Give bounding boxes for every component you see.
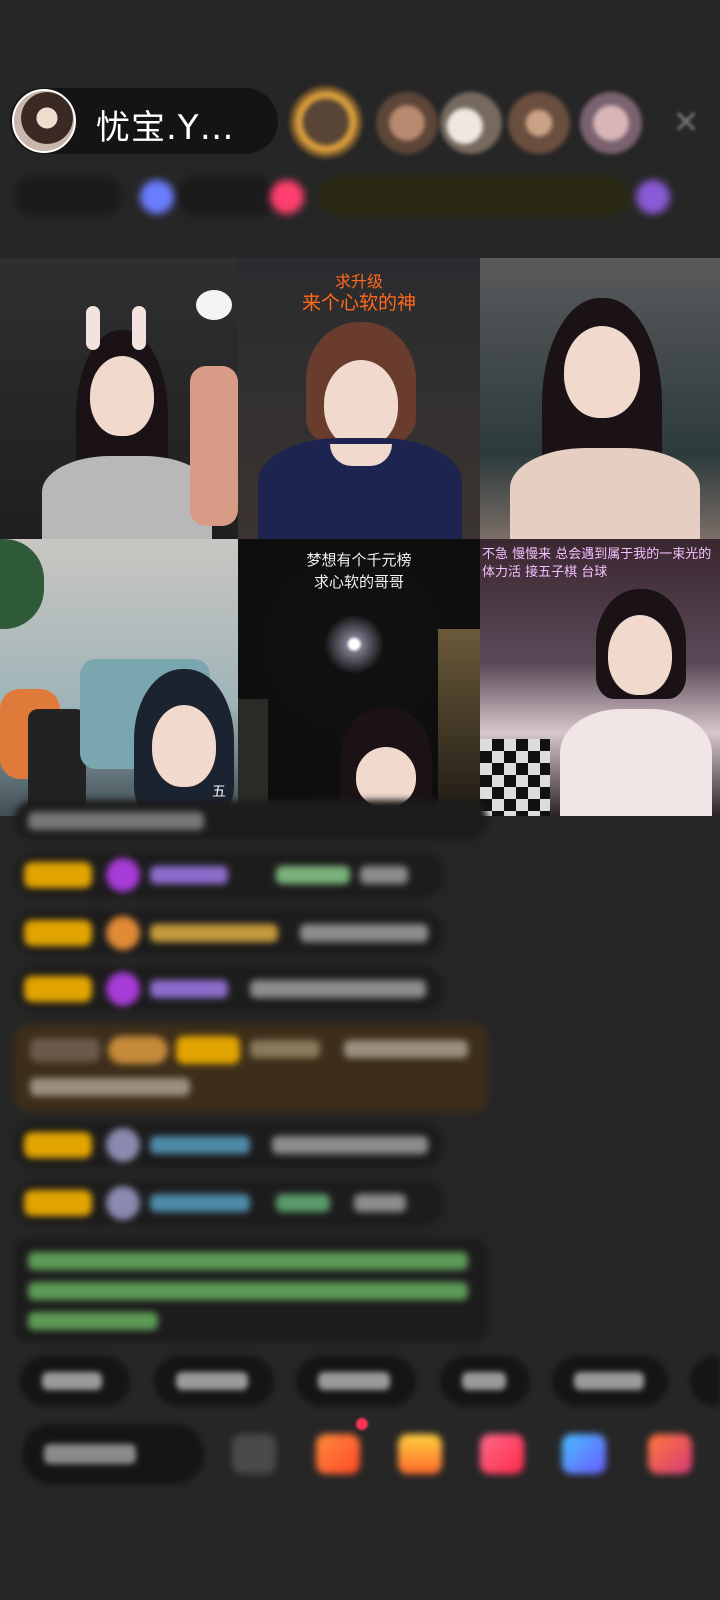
chat-message-highlight[interactable]	[14, 1024, 488, 1112]
multi-guest-grid: 求升级 来个心软的神 五 梦想有个千元榜 求心软的哥哥 不急 慢慢来 总会遇到属…	[0, 258, 720, 816]
badge-icon[interactable]	[636, 180, 670, 214]
quick-reply-chip[interactable]	[552, 1356, 668, 1406]
viewer-avatar[interactable]	[580, 92, 642, 154]
viewer-avatar[interactable]	[440, 92, 502, 154]
gift-icon[interactable]	[270, 180, 304, 214]
checkerboard	[480, 739, 550, 816]
quick-reply-chip[interactable]	[440, 1356, 530, 1406]
chat-message[interactable]	[14, 852, 444, 898]
lamp	[196, 290, 232, 320]
tile-caption: 不急 慢慢来 总会遇到属于我的一束光的	[482, 547, 712, 562]
viewer-avatar[interactable]	[508, 92, 570, 154]
tile-caption: 梦想有个千元榜	[306, 551, 412, 569]
guest-tile-5[interactable]: 梦想有个千元榜 求心软的哥哥	[238, 539, 480, 816]
quick-reply-chip[interactable]	[20, 1356, 130, 1406]
stat-chip[interactable]	[14, 176, 122, 216]
tile-caption: 五	[212, 784, 226, 800]
viewer-avatar[interactable]	[290, 86, 362, 158]
chat-notice	[14, 800, 488, 840]
viewer-avatar[interactable]	[376, 92, 438, 154]
gift-box-icon[interactable]	[480, 1434, 524, 1474]
chat-message[interactable]	[14, 1180, 444, 1226]
close-icon[interactable]: ✕	[668, 104, 704, 140]
host-avatar[interactable]	[12, 89, 76, 153]
chair	[190, 366, 238, 526]
gift-icon[interactable]	[648, 1434, 692, 1474]
chat-message[interactable]	[14, 966, 444, 1012]
share-icon[interactable]	[562, 1434, 606, 1474]
emoji-icon[interactable]	[232, 1434, 276, 1474]
decor	[238, 699, 268, 816]
notification-dot	[356, 1418, 368, 1430]
guest-figure	[500, 298, 710, 539]
chat-message[interactable]	[14, 910, 444, 956]
room-stats-bar	[14, 170, 704, 222]
guest-tile-3[interactable]	[480, 258, 720, 539]
guest-tile-2[interactable]: 求升级 来个心软的神	[238, 258, 480, 539]
guest-tile-6[interactable]: 不急 慢慢来 总会遇到属于我的一束光的 体力活 接五子棋 台球	[480, 539, 720, 816]
tile-caption: 体力活 接五子棋 台球	[482, 565, 608, 580]
guest-figure	[258, 318, 468, 539]
host-info-pill[interactable]: 忧宝.Y…	[10, 88, 278, 154]
tile-caption: 来个心软的神	[301, 292, 416, 314]
comment-input[interactable]	[22, 1424, 204, 1484]
quick-reply-chip[interactable]	[296, 1356, 416, 1406]
quick-reply-chip[interactable]	[690, 1356, 720, 1406]
tile-caption: 求心软的哥哥	[313, 573, 404, 591]
guest-figure	[556, 589, 716, 816]
ranking-ticker[interactable]	[318, 176, 630, 216]
plant	[0, 539, 44, 629]
stat-chip[interactable]	[176, 176, 276, 216]
shop-icon[interactable]	[316, 1434, 360, 1474]
system-notice	[14, 1238, 488, 1342]
stat-icon	[140, 180, 174, 214]
activity-icon[interactable]	[398, 1434, 442, 1474]
guest-tile-4[interactable]: 五	[0, 539, 238, 816]
host-name: 忧宝.Y…	[96, 108, 235, 148]
chat-message[interactable]	[14, 1122, 444, 1168]
quick-reply-chip[interactable]	[154, 1356, 274, 1406]
guest-tile-1[interactable]	[0, 258, 238, 539]
